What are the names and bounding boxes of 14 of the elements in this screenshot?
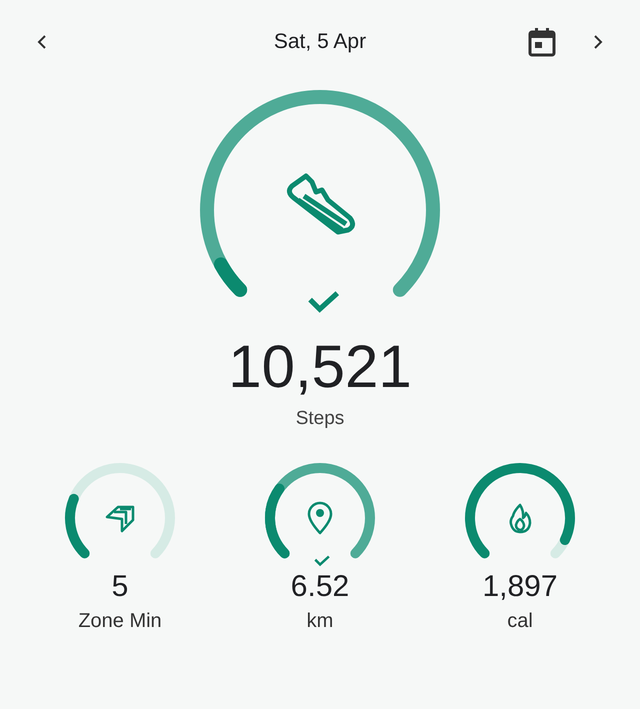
metric-label: Zone Min <box>78 610 162 633</box>
metric-value: 1,897 <box>482 570 558 604</box>
metric-label: km <box>306 610 334 633</box>
steps-label: Steps <box>296 408 344 430</box>
date-title: Sat, 5 Apr <box>272 30 368 54</box>
shoe-icon <box>286 174 356 234</box>
calendar-button[interactable] <box>528 27 556 57</box>
metric-value: 5 <box>112 570 128 604</box>
arrows-icon <box>106 506 134 532</box>
metric-label: cal <box>507 610 533 633</box>
location-pin-icon <box>308 502 332 534</box>
metric-value: 6.52 <box>290 570 350 604</box>
flame-icon <box>510 504 532 534</box>
steps-count: 10,521 <box>228 334 412 400</box>
